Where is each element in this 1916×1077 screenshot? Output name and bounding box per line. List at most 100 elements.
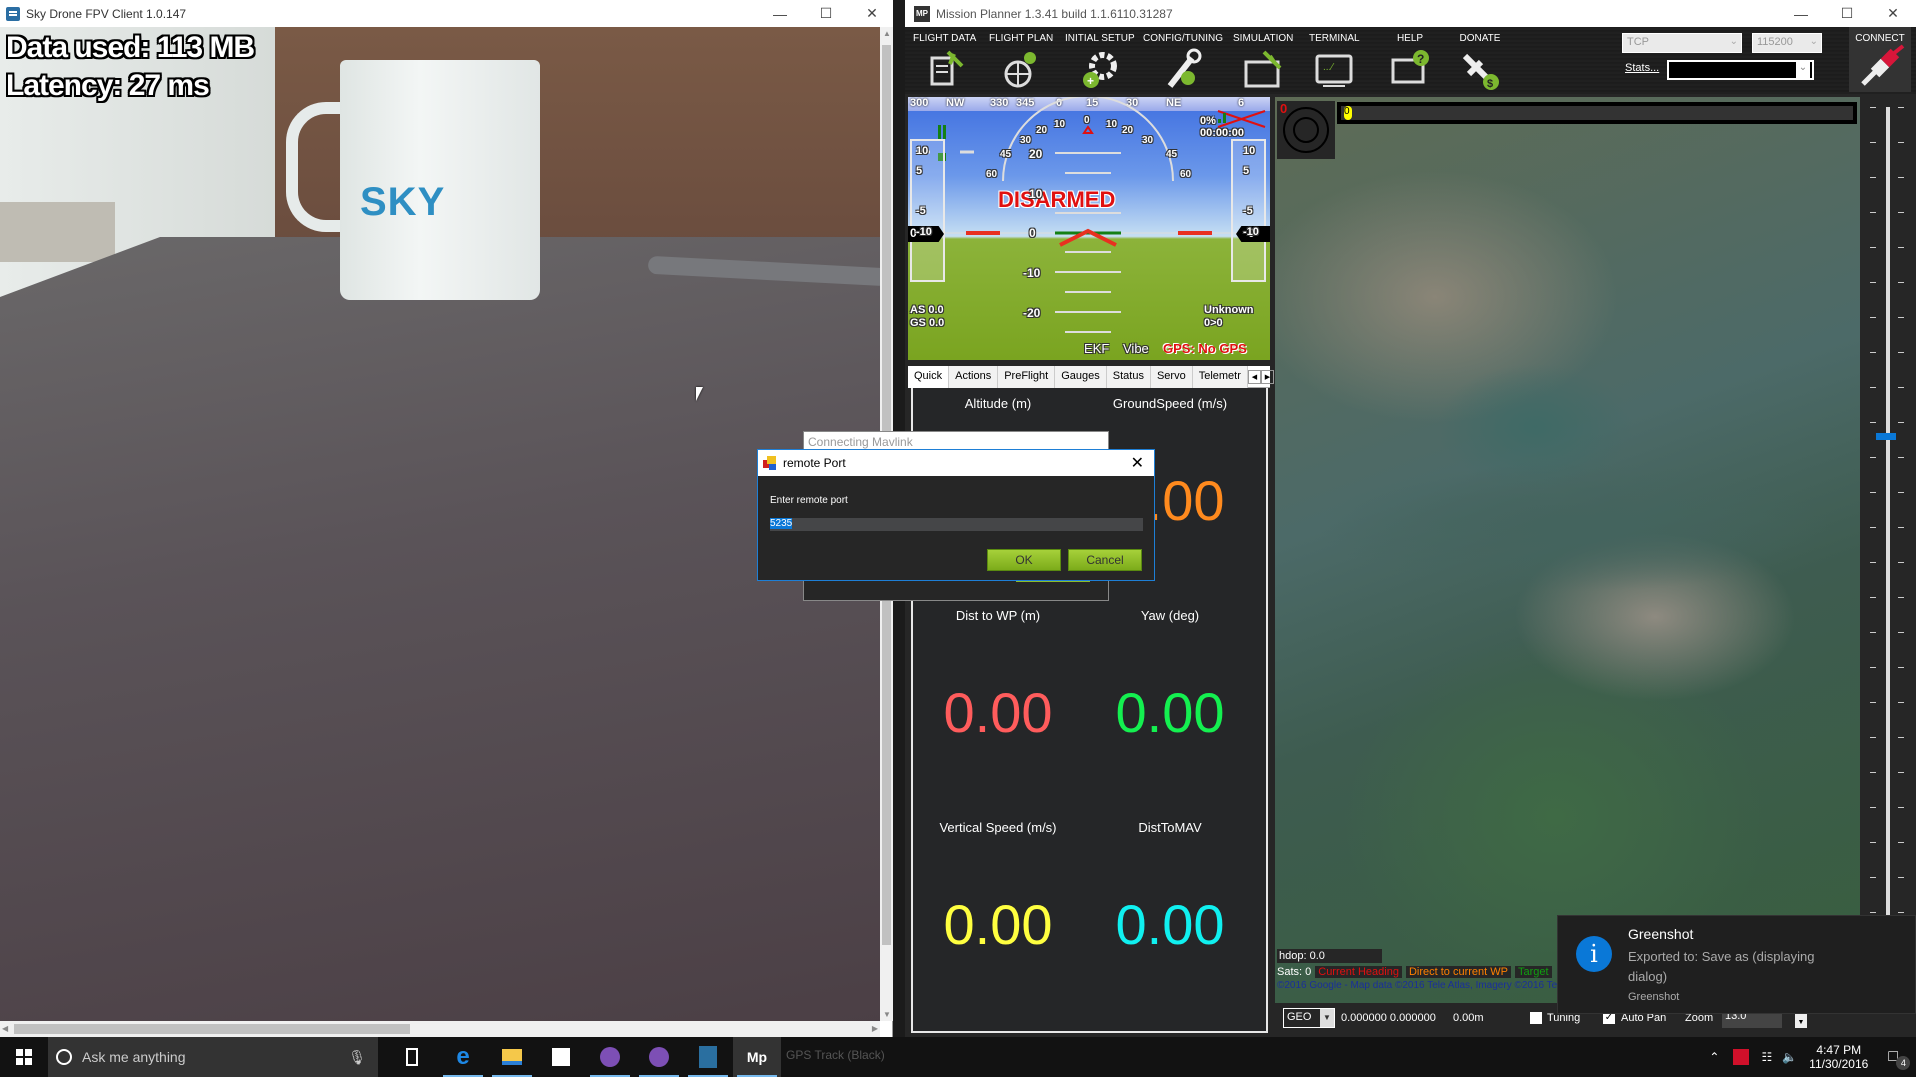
taskbar-file-explorer[interactable] bbox=[488, 1037, 536, 1077]
speed-tape-label: 10 bbox=[916, 145, 929, 157]
taskbar-store[interactable] bbox=[537, 1037, 585, 1077]
start-button[interactable] bbox=[0, 1037, 48, 1077]
system-tray: ⌃ ☷ 🔈 4:47 PM 11/30/2016 □ 4 bbox=[1709, 1037, 1916, 1077]
dialog-titlebar[interactable]: remote Port ✕ bbox=[758, 450, 1154, 476]
clock[interactable]: 4:47 PM 11/30/2016 bbox=[1809, 1043, 1868, 1071]
slider-tick bbox=[1898, 492, 1904, 493]
simulation-icon bbox=[1242, 48, 1284, 90]
roll-label: 45 bbox=[1166, 149, 1178, 160]
microphone-icon[interactable]: 🎙 bbox=[348, 1049, 366, 1066]
slider-tick bbox=[1898, 317, 1904, 318]
menu-donate[interactable]: DONATE $ bbox=[1459, 33, 1501, 90]
pitch-label: 20 bbox=[1029, 147, 1043, 161]
taskbar-mission-planner[interactable]: Mp bbox=[733, 1037, 781, 1077]
menu-flight-plan[interactable]: FLIGHT PLAN bbox=[989, 33, 1053, 90]
slider-tick bbox=[1870, 247, 1876, 248]
coord-system-select[interactable]: GEO ▼ bbox=[1283, 1008, 1335, 1028]
taskbar-skydrone[interactable] bbox=[684, 1037, 732, 1077]
connection-type-select[interactable]: TCP ⌄ bbox=[1622, 33, 1742, 53]
speed-tape-label: -10 bbox=[916, 226, 932, 238]
map-zoom-slider[interactable] bbox=[1860, 97, 1916, 1003]
antivirus-icon[interactable] bbox=[1733, 1049, 1750, 1065]
tab-servo[interactable]: Servo bbox=[1150, 366, 1193, 388]
maximize-button[interactable]: ☐ bbox=[1824, 0, 1870, 27]
toast-message: Exported to: Save as (displaying dialog) bbox=[1628, 949, 1815, 984]
tab-preflight[interactable]: PreFlight bbox=[998, 366, 1056, 388]
taskbar-emacs-1[interactable] bbox=[586, 1037, 634, 1077]
chevron-down-icon: ⌄ bbox=[1809, 36, 1818, 47]
dialog-title: remote Port bbox=[783, 456, 846, 470]
chevron-down-icon: ▼ bbox=[1320, 1009, 1334, 1027]
slider-tick bbox=[1898, 282, 1904, 283]
taskbar-emacs-2[interactable] bbox=[635, 1037, 683, 1077]
window-title: Sky Drone FPV Client 1.0.147 bbox=[26, 6, 187, 21]
remote-port-input[interactable]: 5235 bbox=[770, 518, 1143, 531]
map-altitude: 0.00m bbox=[1453, 1012, 1484, 1024]
quick-value: 0.00 bbox=[1115, 681, 1225, 744]
altitude-tape-label: 10 bbox=[1243, 145, 1256, 157]
roll-label: 0 bbox=[1084, 115, 1090, 126]
vibe-indicator[interactable]: Vibe bbox=[1123, 341, 1149, 356]
menu-terminal[interactable]: TERMINAL ...⁄ bbox=[1309, 33, 1360, 90]
slider-tick bbox=[1898, 107, 1904, 108]
slider-tick bbox=[1898, 912, 1904, 913]
tab-scroll-left-icon[interactable]: ◀ bbox=[1247, 370, 1261, 384]
mp-titlebar[interactable]: MP Mission Planner 1.3.41 build 1.1.6110… bbox=[905, 0, 1916, 27]
slider-tick bbox=[1898, 632, 1904, 633]
notification-count: 4 bbox=[1896, 1056, 1911, 1070]
baud-rate-select[interactable]: 115200 ⌄ bbox=[1752, 33, 1822, 53]
close-button[interactable]: ✕ bbox=[1870, 0, 1916, 27]
menu-help[interactable]: HELP ? bbox=[1389, 33, 1431, 90]
tab-status[interactable]: Status bbox=[1106, 366, 1151, 388]
horizontal-scrollbar[interactable]: ◀ ▶ bbox=[0, 1021, 880, 1037]
map-view[interactable]: 0 0 hdop: 0.0 Sats: 0 Current Heading Dir… bbox=[1275, 97, 1860, 1003]
menu-simulation[interactable]: SIMULATION bbox=[1233, 33, 1293, 90]
close-button[interactable]: ✕ bbox=[849, 0, 895, 27]
port-select[interactable]: ⌄ bbox=[1667, 60, 1814, 80]
menu-config-tuning[interactable]: CONFIG/TUNING bbox=[1143, 33, 1223, 90]
slider-tick bbox=[1870, 352, 1876, 353]
task-view-button[interactable] bbox=[388, 1037, 436, 1077]
svg-text:$: $ bbox=[1487, 78, 1493, 90]
zoom-slider-thumb[interactable] bbox=[1876, 432, 1896, 440]
skydrone-titlebar[interactable]: Sky Drone FPV Client 1.0.147 — ☐ ✕ bbox=[0, 0, 893, 27]
tab-actions[interactable]: Actions bbox=[949, 366, 999, 388]
ok-button[interactable]: OK bbox=[987, 549, 1061, 571]
cancel-button[interactable]: Cancel bbox=[1068, 549, 1142, 571]
tab-gauges[interactable]: Gauges bbox=[1055, 366, 1107, 388]
action-center-icon[interactable]: □ 4 bbox=[1888, 1048, 1911, 1070]
stats-link[interactable]: Stats... bbox=[1625, 62, 1659, 74]
cortana-search[interactable]: Ask me anything 🎙 bbox=[48, 1037, 378, 1077]
connect-button[interactable]: CONNECT bbox=[1849, 27, 1911, 92]
slider-tick bbox=[1870, 422, 1876, 423]
greenshot-notification[interactable]: i Greenshot Exported to: Save as (displa… bbox=[1557, 915, 1916, 1014]
tray-expand-icon[interactable]: ⌃ bbox=[1709, 1050, 1719, 1064]
maximize-button[interactable]: ☐ bbox=[803, 0, 849, 27]
compass-value: 0 bbox=[1280, 101, 1288, 116]
close-icon[interactable]: ✕ bbox=[1131, 453, 1144, 473]
ekf-indicator[interactable]: EKF bbox=[1084, 341, 1109, 356]
tuning-checkbox[interactable] bbox=[1530, 1012, 1542, 1024]
menu-flight-data[interactable]: FLIGHT DATA bbox=[913, 33, 976, 90]
wifi-icon[interactable]: ☷ bbox=[1761, 1050, 1772, 1064]
slider-tick bbox=[1870, 177, 1876, 178]
volume-icon[interactable]: 🔈 bbox=[1782, 1050, 1797, 1064]
roll-label: 10 bbox=[1106, 119, 1118, 130]
minimize-button[interactable]: — bbox=[757, 0, 803, 27]
tab-scroll-right-icon[interactable]: ▶ bbox=[1260, 370, 1274, 384]
emacs-icon bbox=[600, 1047, 620, 1067]
tab-telemetr[interactable]: Telemetr bbox=[1192, 366, 1248, 388]
terminal-icon: ...⁄ bbox=[1313, 48, 1355, 90]
altitude-tape-label: 5 bbox=[1243, 165, 1250, 177]
slider-tick bbox=[1870, 492, 1876, 493]
minimize-button[interactable]: — bbox=[1778, 0, 1824, 27]
mug-logo: SKY bbox=[360, 180, 446, 224]
baud-rate-value: 115200 bbox=[1757, 36, 1793, 48]
taskbar-edge[interactable]: e bbox=[439, 1037, 487, 1077]
tab-quick[interactable]: Quick bbox=[908, 366, 950, 388]
quick-label: GroundSpeed (m/s) bbox=[1112, 396, 1228, 411]
menu-initial-setup[interactable]: INITIAL SETUP + bbox=[1065, 33, 1135, 90]
connection-type-value: TCP bbox=[1627, 36, 1649, 48]
slider-tick bbox=[1898, 597, 1904, 598]
search-placeholder: Ask me anything bbox=[82, 1049, 186, 1065]
